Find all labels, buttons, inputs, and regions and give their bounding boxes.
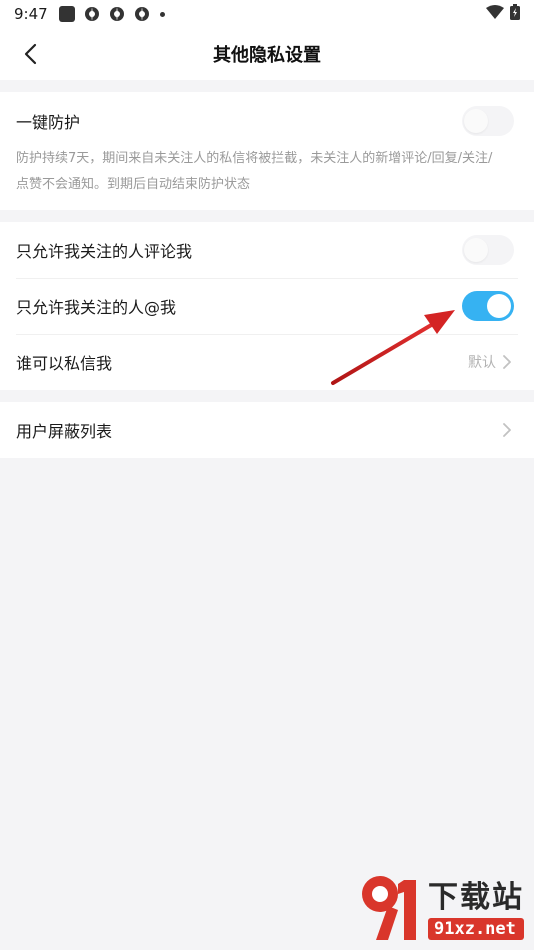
block-list-section: 用户屏蔽列表 [0, 402, 534, 458]
mention-toggle[interactable] [462, 291, 514, 321]
watermark-title: 下载站 [428, 880, 524, 915]
setting-row-comment: 只允许我关注的人评论我 [0, 222, 534, 278]
setting-row-message[interactable]: 谁可以私信我 默认 [0, 334, 534, 390]
setting-label-mention: 只允许我关注的人@我 [16, 298, 177, 317]
sync-icon [108, 5, 126, 23]
chevron-right-icon [502, 354, 514, 370]
setting-label-message: 谁可以私信我 [16, 354, 113, 373]
protect-label: 一键防护 [16, 113, 81, 132]
status-bar: 9:47 [0, 0, 534, 28]
page-title: 其他隐私设置 [213, 45, 321, 66]
settings-section: 只允许我关注的人评论我 只允许我关注的人@我 谁可以私信我 默认 [0, 222, 534, 390]
block-list-label: 用户屏蔽列表 [16, 422, 113, 441]
battery-icon [510, 4, 520, 24]
wifi-icon [486, 5, 504, 23]
watermark: 下载站 91xz.net [358, 866, 528, 946]
nav-bar: 其他隐私设置 [0, 28, 534, 80]
setting-row-mention: 只允许我关注的人@我 [0, 278, 534, 334]
sync-icon [133, 5, 151, 23]
status-time: 9:47 [14, 5, 48, 23]
back-arrow-icon[interactable] [16, 40, 44, 68]
protect-toggle[interactable] [462, 106, 514, 136]
watermark-domain: 91xz.net [428, 918, 524, 940]
setting-label-comment: 只允许我关注的人评论我 [16, 242, 193, 261]
app-square-icon [58, 5, 76, 23]
dot-icon [159, 11, 165, 17]
watermark-logo-icon [358, 870, 424, 942]
chevron-right-icon [502, 422, 514, 438]
block-list-row[interactable]: 用户屏蔽列表 [0, 402, 534, 458]
protect-description: 防护持续7天，期间来自未关注人的私信将被拦截，未关注人的新增评论/回复/关注/ … [16, 151, 493, 192]
comment-toggle[interactable] [462, 235, 514, 265]
message-permission-value: 默认 [468, 355, 496, 371]
protect-section: 一键防护 防护持续7天，期间来自未关注人的私信将被拦截，未关注人的新增评论/回复… [0, 92, 534, 210]
sync-icon [83, 5, 101, 23]
